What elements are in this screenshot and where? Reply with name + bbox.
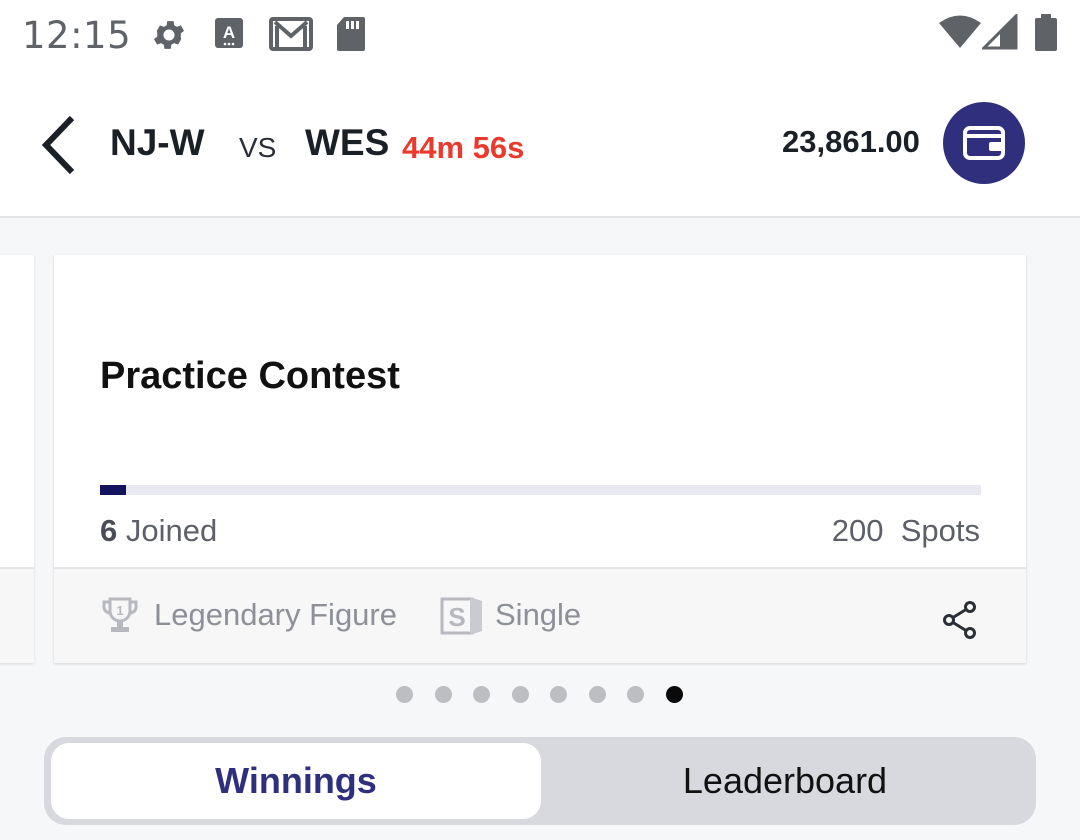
badge-legendary-figure: Legendary Figure [154, 597, 397, 632]
spots-progress-bar [100, 485, 981, 495]
joined-count: 6 Joined [100, 513, 217, 549]
spots-number: 200 [831, 513, 884, 548]
pager-dot[interactable] [434, 686, 452, 703]
tab-winnings[interactable]: Winnings [51, 743, 541, 819]
status-bar: 12:15 A [0, 0, 1080, 72]
contest-card[interactable]: Practice Contest 6 Joined 200 Spots 1 Le… [54, 255, 1026, 663]
keyboard-a-icon: A [214, 16, 246, 57]
contest-card-previous[interactable] [0, 255, 34, 663]
sd-card-icon [336, 16, 366, 57]
svg-text:1: 1 [116, 603, 123, 618]
svg-text:S: S [448, 602, 465, 632]
pager-dot[interactable] [665, 686, 683, 703]
single-entry-icon: S [440, 595, 484, 642]
signal-icon [980, 12, 1018, 55]
wallet-balance: 23,861.00 [782, 124, 920, 159]
share-icon[interactable] [942, 601, 978, 644]
pager-dot[interactable] [511, 686, 529, 703]
badge-single: Single [495, 597, 582, 632]
spots-progress-fill [100, 485, 127, 495]
wallet-icon [963, 126, 1005, 160]
total-spots: 200 Spots [832, 513, 980, 549]
vs-label: VS [239, 132, 277, 163]
wifi-icon [938, 14, 982, 55]
team-away: WES [305, 122, 390, 163]
contest-title: Practice Contest [100, 355, 400, 397]
chevron-left-icon [41, 115, 75, 175]
battery-icon [1034, 14, 1058, 57]
svg-text:A: A [223, 23, 235, 42]
pager-dot[interactable] [473, 686, 490, 703]
pager-dot[interactable] [550, 686, 567, 703]
tab-leaderboard[interactable]: Leaderboard [541, 743, 1029, 819]
contest-card-previous-footer [0, 567, 34, 663]
joined-label: Joined [125, 513, 218, 548]
spots-label: Spots [900, 513, 980, 548]
status-time: 12:15 [22, 14, 132, 57]
countdown-timer: 44m 56s [402, 130, 525, 165]
pager-dot[interactable] [588, 686, 606, 703]
pager-dot[interactable] [627, 686, 644, 703]
back-button[interactable] [36, 114, 86, 176]
match-header: NJ-W VS WES 44m 56s 23,861.00 [0, 72, 1080, 218]
carousel-pager [396, 686, 704, 706]
settings-icon [150, 16, 188, 59]
gmail-icon [269, 16, 313, 57]
trophy-icon: 1 [102, 597, 138, 640]
team-home: NJ-W [110, 122, 205, 163]
contest-card-footer: 1 Legendary Figure S Single [54, 567, 1026, 663]
pager-dot[interactable] [396, 686, 413, 703]
segmented-tabs: Winnings Leaderboard [44, 737, 1036, 825]
joined-number: 6 [100, 513, 118, 548]
wallet-button[interactable] [943, 102, 1025, 184]
